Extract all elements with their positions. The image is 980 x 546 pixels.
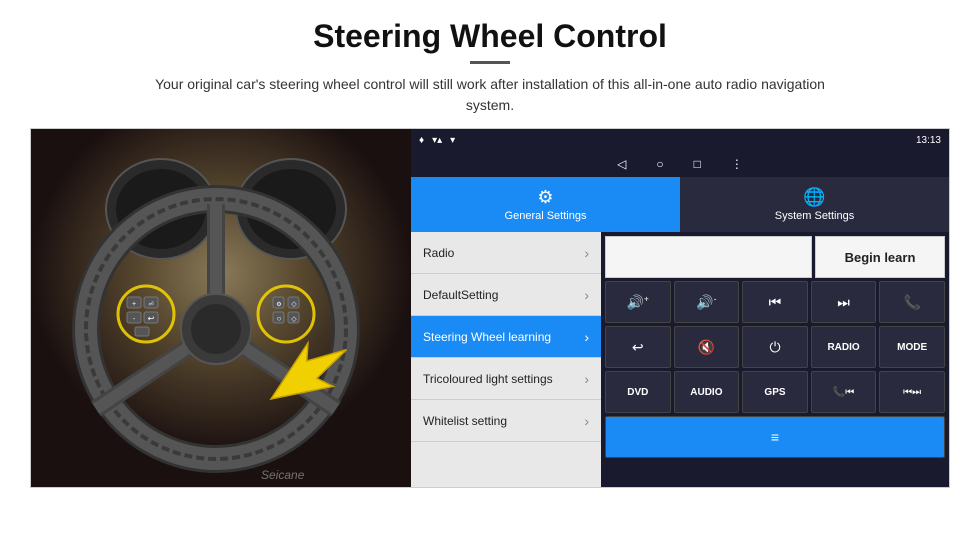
- tab-general-label: General Settings: [505, 210, 587, 222]
- radio-label-btn[interactable]: RADIO: [811, 326, 877, 368]
- menu-item-steering[interactable]: Steering Wheel learning ›: [411, 316, 601, 358]
- svg-text:+: +: [132, 301, 136, 308]
- buttons-panel: Begin learn 🔊+ 🔊- ⏮: [601, 232, 949, 488]
- menu-item-default[interactable]: DefaultSetting ›: [411, 274, 601, 316]
- ctrl-buttons-row-1: 🔊+ 🔊- ⏮ ⏭ 📞: [605, 281, 945, 323]
- status-bar-left: ♦ ▾▴ ▾: [419, 135, 455, 146]
- ctrl-buttons-row-2: ↩ 🔇 ⏻ RADIO MODE: [605, 326, 945, 368]
- menu-steering-label: Steering Wheel learning: [423, 330, 551, 344]
- prev-track-icon: ⏮: [769, 294, 782, 311]
- power-icon: ⏻: [769, 339, 780, 356]
- recents-nav-btn[interactable]: □: [694, 157, 701, 171]
- mode-btn[interactable]: MODE: [879, 326, 945, 368]
- svg-text:Seicane: Seicane: [261, 468, 305, 482]
- prev-next-btn[interactable]: ⏮⏭: [879, 371, 945, 413]
- menu-item-tricoloured[interactable]: Tricoloured light settings ›: [411, 358, 601, 400]
- svg-text:⚙: ⚙: [276, 301, 281, 308]
- page-title: Steering Wheel Control: [30, 18, 950, 55]
- page-subtitle: Your original car's steering wheel contr…: [140, 74, 840, 116]
- clock: 13:13: [916, 135, 941, 146]
- volume-up-icon: 🔊+: [627, 294, 649, 311]
- bottom-icon-row: ≡: [605, 416, 945, 458]
- power-btn[interactable]: ⏻: [742, 326, 808, 368]
- audio-btn[interactable]: AUDIO: [674, 371, 740, 413]
- page-container: Steering Wheel Control Your original car…: [0, 0, 980, 546]
- status-bar: ♦ ▾▴ ▾ 13:13: [411, 129, 949, 151]
- volume-down-icon: 🔊-: [696, 294, 716, 311]
- menu-item-radio[interactable]: Radio ›: [411, 232, 601, 274]
- mute-btn[interactable]: 🔇: [674, 326, 740, 368]
- svg-text:↩: ↩: [148, 314, 155, 323]
- signal-bars: ▾▴: [432, 135, 442, 146]
- gps-label-text: GPS: [764, 387, 785, 398]
- content-area: ●: [30, 128, 950, 488]
- tab-general[interactable]: ⚙ General Settings: [411, 177, 680, 232]
- location-icon: ♦: [419, 135, 424, 146]
- status-bar-right: 13:13: [916, 135, 941, 146]
- steering-wheel-inner: ●: [31, 129, 411, 488]
- back-call-icon: ↩: [632, 339, 644, 356]
- menu-default-label: DefaultSetting: [423, 288, 498, 302]
- volume-down-btn[interactable]: 🔊-: [674, 281, 740, 323]
- svg-text:◇: ◇: [291, 301, 297, 308]
- back-call-btn[interactable]: ↩: [605, 326, 671, 368]
- menu-icon-btn[interactable]: ≡: [605, 416, 945, 458]
- menu-default-chevron: ›: [584, 287, 589, 303]
- home-nav-btn[interactable]: ○: [656, 157, 663, 171]
- title-divider: [470, 61, 510, 64]
- settings-tabs: ⚙ General Settings 🌐 System Settings: [411, 177, 949, 232]
- phone-btn[interactable]: 📞: [879, 281, 945, 323]
- menu-radio-chevron: ›: [584, 245, 589, 261]
- volume-up-btn[interactable]: 🔊+: [605, 281, 671, 323]
- general-settings-icon: ⚙: [537, 187, 553, 208]
- mode-label-text: MODE: [897, 342, 927, 353]
- settings-main: Radio › DefaultSetting › Steering Wheel …: [411, 232, 949, 488]
- phone-icon: 📞: [903, 294, 920, 311]
- phone-prev-btn[interactable]: 📞⏮: [811, 371, 877, 413]
- menu-radio-label: Radio: [423, 246, 454, 260]
- tab-system[interactable]: 🌐 System Settings: [680, 177, 949, 232]
- menu-whitelist-label: Whitelist setting: [423, 414, 507, 428]
- menu-icon: ≡: [771, 429, 779, 445]
- system-settings-icon: 🌐: [803, 187, 825, 208]
- menu-whitelist-chevron: ›: [584, 413, 589, 429]
- ctrl-buttons-row-3: DVD AUDIO GPS 📞⏮ ⏮⏭: [605, 371, 945, 413]
- prev-next-icon: ⏮⏭: [903, 387, 921, 398]
- menu-nav-btn[interactable]: ⋮: [731, 157, 743, 171]
- phone-prev-icon: 📞⏮: [833, 387, 854, 398]
- next-track-icon: ⏭: [837, 294, 850, 311]
- steering-wheel-photo: ●: [31, 129, 411, 488]
- gps-btn[interactable]: GPS: [742, 371, 808, 413]
- begin-learn-button[interactable]: Begin learn: [815, 236, 945, 278]
- radio-row: Begin learn: [605, 236, 945, 278]
- next-track-btn[interactable]: ⏭: [811, 281, 877, 323]
- audio-label-text: AUDIO: [690, 387, 722, 398]
- radio-label-text: RADIO: [827, 342, 859, 353]
- ui-panel: ♦ ▾▴ ▾ 13:13 ◁ ○ □ ⋮ ⚙ General Setting: [411, 129, 949, 488]
- svg-text:○: ○: [277, 314, 282, 323]
- nav-row: ◁ ○ □ ⋮: [411, 151, 949, 177]
- menu-steering-chevron: ›: [584, 329, 589, 345]
- radio-input-area: [605, 236, 812, 278]
- svg-text:◇: ◇: [291, 316, 297, 323]
- mute-icon: 🔇: [698, 339, 715, 356]
- title-section: Steering Wheel Control Your original car…: [30, 18, 950, 128]
- menu-tricoloured-label: Tricoloured light settings: [423, 372, 553, 386]
- wifi-icon: ▾: [450, 135, 455, 146]
- settings-menu: Radio › DefaultSetting › Steering Wheel …: [411, 232, 601, 488]
- dvd-btn[interactable]: DVD: [605, 371, 671, 413]
- back-nav-btn[interactable]: ◁: [617, 157, 626, 171]
- tab-system-label: System Settings: [775, 210, 854, 222]
- svg-text:⏎: ⏎: [148, 301, 153, 308]
- prev-track-btn[interactable]: ⏮: [742, 281, 808, 323]
- menu-tricoloured-chevron: ›: [584, 371, 589, 387]
- menu-item-whitelist[interactable]: Whitelist setting ›: [411, 400, 601, 442]
- dvd-label-text: DVD: [627, 387, 648, 398]
